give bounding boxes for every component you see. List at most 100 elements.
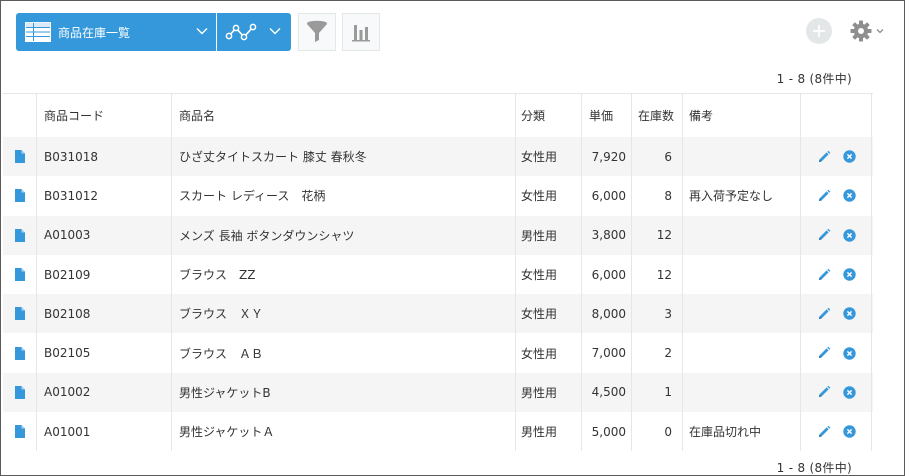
edit-icon[interactable]	[817, 307, 831, 321]
cell-price: 8,000	[582, 294, 632, 334]
pagination-info-bottom: 1 - 8 (8件中)	[776, 461, 852, 475]
delete-icon[interactable]	[842, 346, 856, 360]
table-row: B02109 ブラウス ZZ 女性用 6,000 12	[3, 254, 873, 295]
document-icon[interactable]	[14, 346, 25, 360]
cell-name: 男性ジャケットB	[172, 372, 516, 413]
cell-note: 在庫品切れ中	[683, 412, 801, 452]
cell-note	[683, 215, 801, 255]
cell-stock: 12	[632, 254, 683, 295]
cell-note	[683, 254, 801, 295]
table-row: A01003 メンズ 長袖 ボタンダウンシャツ 男性用 3,800 12	[3, 215, 873, 255]
row-actions	[801, 333, 872, 373]
edit-icon[interactable]	[817, 228, 831, 242]
graph-view-button[interactable]	[217, 13, 291, 51]
graph-icon	[225, 23, 257, 41]
record-table: 商品コード 商品名 分類 単価 在庫数 備考 B031018 ひざ丈タイトスカー…	[3, 93, 873, 452]
cell-category: 男性用	[516, 372, 582, 413]
cell-category: 女性用	[516, 254, 582, 295]
delete-icon[interactable]	[842, 229, 856, 242]
bar-chart-icon	[352, 25, 370, 42]
add-record-button[interactable]	[806, 18, 832, 44]
table-icon	[25, 22, 51, 42]
cell-price: 7,000	[582, 333, 632, 373]
cell-code: B02108	[37, 294, 172, 334]
cell-note	[683, 294, 801, 334]
cell-name: ブラウス ＸＹ	[172, 294, 516, 334]
chart-button[interactable]	[342, 13, 380, 51]
delete-icon[interactable]	[842, 386, 856, 399]
cell-category: 女性用	[516, 333, 582, 373]
cell-price: 3,800	[582, 215, 632, 255]
edit-icon[interactable]	[817, 268, 831, 282]
row-actions	[801, 215, 872, 255]
table-row: A01001 男性ジャケットＡ 男性用 5,000 0 在庫品切れ中	[3, 412, 873, 452]
document-icon[interactable]	[14, 150, 25, 164]
delete-icon[interactable]	[842, 425, 856, 438]
app-frame: 商品在庫一覧 1 - 8 (8件中) 商品コード 商品名 分類 単価 在庫数 備…	[0, 0, 905, 476]
edit-icon[interactable]	[817, 425, 831, 439]
document-icon[interactable]	[14, 189, 25, 203]
record-detail-cell	[3, 412, 37, 452]
delete-icon[interactable]	[842, 268, 856, 281]
cell-category: 男性用	[516, 412, 582, 452]
document-icon[interactable]	[14, 268, 25, 282]
cell-price: 7,920	[582, 137, 632, 177]
gear-icon	[850, 20, 872, 42]
header-actions-spacer	[801, 94, 872, 137]
record-detail-cell	[3, 215, 37, 255]
document-icon[interactable]	[14, 307, 25, 321]
view-select-dropdown[interactable]: 商品在庫一覧	[16, 13, 216, 51]
cell-name: ひざ丈タイトスカート 膝丈 春秋冬	[172, 137, 516, 177]
column-header-code[interactable]: 商品コード	[37, 94, 172, 137]
table-row: A01002 男性ジャケットB 男性用 4,500 1	[3, 372, 873, 413]
record-detail-cell	[3, 137, 37, 177]
plus-icon	[813, 25, 825, 37]
edit-icon[interactable]	[817, 346, 831, 360]
cell-category: 女性用	[516, 176, 582, 216]
record-detail-cell	[3, 372, 37, 413]
edit-icon[interactable]	[817, 189, 831, 203]
edit-icon[interactable]	[817, 150, 831, 164]
column-header-stock[interactable]: 在庫数	[632, 94, 683, 137]
record-detail-cell	[3, 333, 37, 373]
chevron-down-icon	[876, 29, 884, 34]
cell-note	[683, 333, 801, 373]
cell-code: B02109	[37, 254, 172, 295]
column-header-category[interactable]: 分類	[516, 94, 582, 137]
document-icon[interactable]	[14, 228, 25, 242]
chevron-down-icon	[196, 28, 208, 35]
row-actions	[801, 372, 872, 413]
cell-name: ブラウス ＡＢ	[172, 333, 516, 373]
cell-stock: 1	[632, 372, 683, 413]
cell-price: 4,500	[582, 372, 632, 413]
filter-button[interactable]	[298, 13, 336, 51]
cell-code: A01002	[37, 372, 172, 413]
document-icon[interactable]	[14, 425, 25, 439]
row-actions	[801, 254, 872, 295]
cell-stock: 8	[632, 176, 683, 216]
cell-stock: 12	[632, 215, 683, 255]
table-body: B031018 ひざ丈タイトスカート 膝丈 春秋冬 女性用 7,920 6 B0…	[3, 137, 873, 452]
table-row: B02108 ブラウス ＸＹ 女性用 8,000 3	[3, 294, 873, 334]
cell-price: 6,000	[582, 176, 632, 216]
cell-stock: 3	[632, 294, 683, 334]
column-header-name[interactable]: 商品名	[172, 94, 516, 137]
cell-category: 男性用	[516, 215, 582, 255]
cell-note	[683, 372, 801, 413]
column-header-note[interactable]: 備考	[683, 94, 801, 137]
pagination-info: 1 - 8 (8件中)	[776, 72, 852, 86]
cell-name: ブラウス ZZ	[172, 254, 516, 295]
settings-button[interactable]	[850, 20, 884, 42]
delete-icon[interactable]	[842, 307, 856, 321]
cell-stock: 2	[632, 333, 683, 373]
table-row: B02105 ブラウス ＡＢ 女性用 7,000 2	[3, 333, 873, 373]
document-icon[interactable]	[14, 385, 25, 399]
edit-icon[interactable]	[817, 385, 831, 399]
column-header-price[interactable]: 単価	[582, 94, 632, 137]
delete-icon[interactable]	[842, 189, 856, 203]
cell-stock: 0	[632, 412, 683, 452]
header-spacer	[3, 94, 37, 137]
table-row: B031018 ひざ丈タイトスカート 膝丈 春秋冬 女性用 7,920 6	[3, 137, 873, 177]
row-actions	[801, 176, 872, 216]
delete-icon[interactable]	[842, 150, 856, 163]
